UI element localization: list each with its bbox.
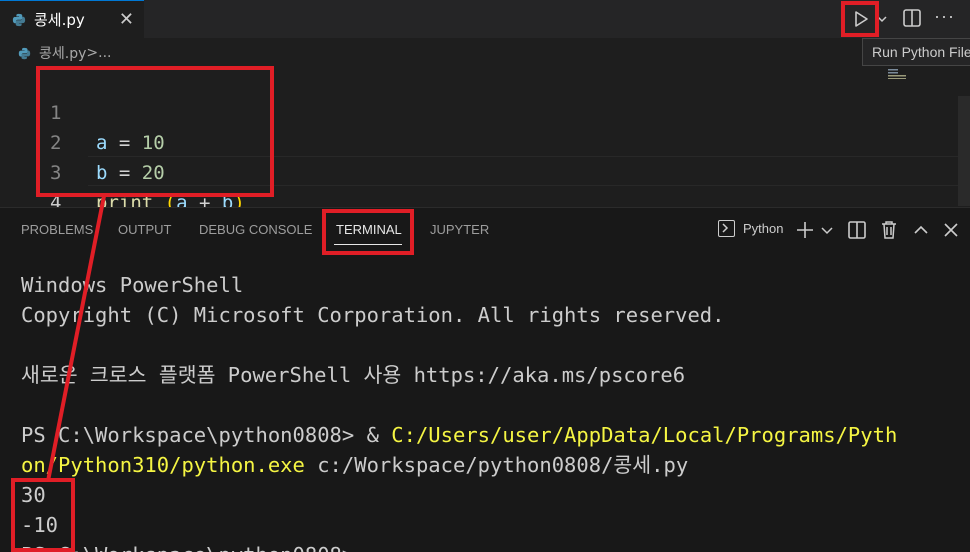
terminal-name: Python — [743, 221, 784, 236]
python-file-icon — [12, 13, 26, 26]
terminal-selector[interactable]: Python — [718, 220, 783, 237]
tooltip: Run Python File — [862, 38, 970, 66]
editor-tab-bar: 콩세.py ✕ — [0, 0, 970, 38]
tab-jupyter[interactable]: JUPYTER — [430, 222, 489, 237]
breadcrumb-ellipsis[interactable]: ... — [98, 45, 111, 61]
code-token: b — [96, 162, 108, 184]
bottom-panel: PROBLEMS OUTPUT DEBUG CONSOLE TERMINAL J… — [0, 207, 970, 552]
python-file-icon — [18, 47, 31, 59]
code-line: 3 print (a + b) — [0, 128, 245, 214]
tab-debug-console[interactable]: DEBUG CONSOLE — [199, 222, 312, 237]
breadcrumb-file[interactable]: 콩세.py — [39, 43, 86, 63]
plus-icon[interactable] — [796, 220, 818, 240]
editor-tab-python-file[interactable]: 콩세.py ✕ — [0, 0, 144, 38]
line-number: 2 — [50, 132, 62, 154]
tab-problems[interactable]: PROBLEMS — [21, 222, 93, 237]
terminal-prompt-line: PS C:\Workspace\python0808> — [21, 540, 354, 552]
breadcrumb[interactable]: 콩세.py > ... — [18, 42, 111, 64]
tab-terminal[interactable]: TERMINAL — [336, 222, 402, 237]
current-line-highlight — [88, 156, 970, 186]
terminal-icon — [718, 220, 735, 237]
code-token: a — [96, 132, 108, 154]
play-icon — [855, 11, 868, 27]
terminal-line: on/Python310/python.exe c:/Workspace/pyt… — [21, 450, 688, 480]
code-token: = — [107, 132, 142, 154]
terminal-prompt: PS C:\Workspace\python0808> & — [21, 423, 392, 447]
code-token: = — [107, 162, 142, 184]
terminal-exe-path: C:/Users/user/AppData/Local/Programs/Pyt… — [391, 423, 898, 447]
line-number: 3 — [50, 162, 62, 184]
chevron-up-icon[interactable] — [910, 220, 932, 240]
code-line: 1 a = 10 — [0, 68, 165, 154]
split-terminal-icon[interactable] — [846, 220, 868, 240]
close-icon[interactable]: ✕ — [119, 9, 134, 29]
active-tab-indicator — [334, 244, 402, 245]
code-line: 4 print (a - b) — [0, 158, 245, 244]
close-icon[interactable] — [940, 220, 962, 240]
terminal-line: PS C:\Workspace\python0808> & C:/Users/u… — [21, 420, 897, 450]
breadcrumb-separator: > — [86, 45, 99, 61]
trash-icon[interactable] — [878, 220, 900, 240]
code-editor[interactable]: 1 a = 10 2 b = 20 3 print (a + b) 4 prin… — [0, 66, 970, 244]
chevron-down-icon[interactable] — [820, 220, 834, 240]
terminal-arg: c:/Workspace/python0808/콩세.py — [304, 453, 689, 477]
terminal-line: Windows PowerShell — [21, 273, 244, 297]
split-editor-icon[interactable] — [902, 8, 922, 28]
terminal-line: 새로운 크로스 플랫폼 PowerShell 사용 https://aka.ms… — [21, 363, 686, 387]
chevron-down-icon[interactable] — [876, 12, 888, 26]
tab-output[interactable]: OUTPUT — [118, 222, 171, 237]
minimap — [888, 69, 906, 79]
tab-label: 콩세.py — [34, 11, 85, 29]
terminal-exe-path: on/Python310/python.exe — [21, 453, 305, 477]
code-line: 2 b = 20 — [0, 98, 165, 184]
terminal-output-line: -10 — [21, 513, 59, 537]
line-number: 1 — [50, 102, 62, 124]
editor-scrollbar[interactable] — [958, 96, 970, 206]
terminal-line: Copyright (C) Microsoft Corporation. All… — [21, 303, 725, 327]
code-token: 10 — [141, 132, 165, 154]
code-token: 20 — [141, 162, 165, 184]
more-actions-icon[interactable]: ··· — [934, 6, 955, 27]
terminal-output-line: 30 — [21, 483, 46, 507]
run-python-file-button[interactable] — [848, 6, 874, 32]
